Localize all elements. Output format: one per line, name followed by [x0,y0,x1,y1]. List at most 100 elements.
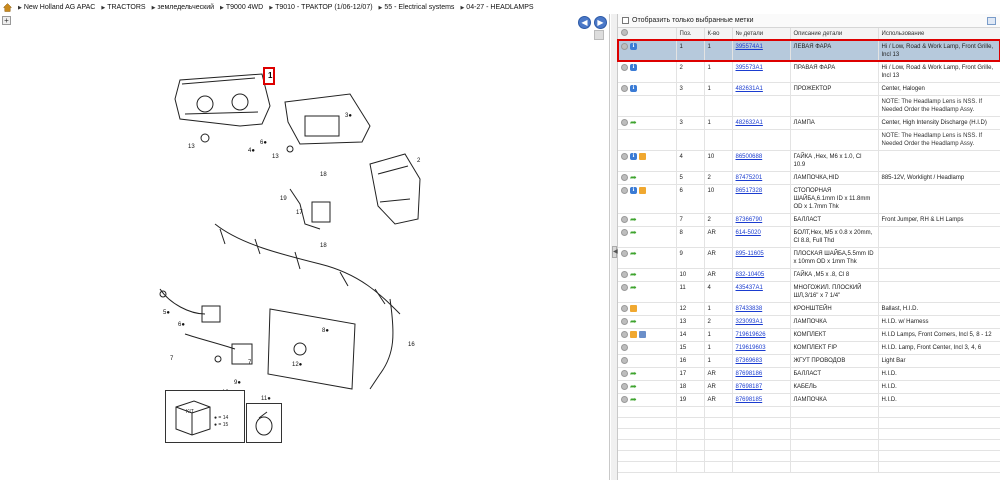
status-circle-icon[interactable] [621,215,628,223]
part-number-link[interactable]: 87433838 [732,302,791,316]
part-number-link[interactable]: 86517328 [732,184,791,214]
table-row[interactable]: ℹ 6 10 86517328 СТОПОРНАЯ ШАЙБА,6.1mm ID x 1… [618,184,1000,214]
go-arrow-icon[interactable]: ➦ [630,395,638,403]
column-header[interactable]: Описание детали [790,28,879,41]
detail-info-icon[interactable]: ℹ [630,42,637,50]
status-circle-icon[interactable] [621,42,628,50]
breadcrumb-item[interactable]: New Holland AG APAC [18,4,95,11]
part-number-link[interactable] [732,95,791,117]
status-circle-icon[interactable] [621,343,628,351]
part-number-link[interactable]: 395574A1 [732,40,791,62]
table-row[interactable]: ➦ 10 AR 832-10405 ГАЙКА ,M5 x .8, Cl 8 [618,268,1000,282]
part-number-link[interactable]: 323093A1 [732,315,791,329]
breadcrumb-item[interactable]: 04-27 - HEADLAMPS [460,4,533,11]
go-arrow-icon[interactable]: ➦ [630,118,638,126]
column-header[interactable]: Использование [878,28,1000,41]
column-header[interactable]: К-во [704,28,733,41]
table-row[interactable]: ℹ 3 1 482631A1 ПРОЖЕКТОР Center, Halogen [618,82,1000,96]
part-number-link[interactable]: 86500688 [732,150,791,172]
status-circle-icon[interactable] [621,317,628,325]
go-arrow-icon[interactable]: ➦ [630,228,638,236]
table-row[interactable]: ➦ 11 4 435437A1 МНОГОЖИЛ. ПЛОСКИЙ ШЛ,3/16" x… [618,281,1000,303]
part-number-link[interactable]: 87475201 [732,171,791,185]
note-row[interactable]: NOTE: The Headlamp Lens is NSS. If Neede… [618,95,1000,117]
go-arrow-icon[interactable]: ➦ [630,215,638,223]
status-circle-icon[interactable] [621,283,628,291]
go-arrow-icon[interactable]: ➦ [630,270,638,278]
note-row[interactable]: NOTE: The Headlamp Lens is NSS. If Neede… [618,129,1000,151]
table-row[interactable]: ➦ 3 1 482632A1 ЛАМПА Center, High Intensity D… [618,116,1000,130]
exploded-parts-diagram[interactable]: 3● 2 13 4● 6● 13 18 19 17 18 5● 6● 7 7 8… [0,14,610,480]
status-circle-icon[interactable] [621,186,628,194]
detail-info-icon[interactable]: ℹ [630,84,637,92]
table-row[interactable]: ➦ 8 AR 614-5020 БОЛТ,Hex, M5 x 0.8 x 20mm, C… [618,226,1000,248]
table-row[interactable]: ➦ 19 AR 87698185 ЛАМПОЧКА H.I.D. [618,393,1000,407]
table-row[interactable]: 12 1 87433838 КРОНШТЕЙН Ballast, H.I.D. [618,302,1000,316]
go-arrow-icon[interactable]: ➦ [630,173,638,181]
breadcrumb-item[interactable]: TRACTORS [101,4,145,11]
part-number-link[interactable]: 87698187 [732,380,791,394]
table-row[interactable]: ℹ 4 10 86500688 ГАЙКА ,Hex, M6 x 1.0, Cl 10.… [618,150,1000,172]
status-circle-icon[interactable] [621,173,628,181]
breadcrumb-item[interactable]: 55 - Electrical systems [379,4,454,11]
table-row[interactable]: ➦ 7 2 87366790 БАЛЛАСТ Front Jumper, RH & LH … [618,213,1000,227]
status-circle-icon[interactable] [621,228,628,236]
status-circle-icon[interactable] [621,330,628,338]
pane-splitter[interactable]: ◀ [611,14,618,480]
part-number-link[interactable]: 719619626 [732,328,791,342]
table-row[interactable]: 16 1 87369683 ЖГУТ ПРОВОДОВ Light Bar [618,354,1000,368]
status-circle-icon[interactable] [621,249,628,257]
status-circle-icon[interactable] [621,84,628,92]
part-number-link[interactable]: 482632A1 [732,116,791,130]
detail-info-icon[interactable]: ℹ [630,152,637,160]
home-icon[interactable] [2,2,13,12]
part-number-link[interactable]: 87698185 [732,393,791,407]
status-circle-icon[interactable] [621,369,628,377]
table-row[interactable]: ➦ 18 AR 87698187 КАБЕЛЬ H.I.D. [618,380,1000,394]
part-number-link[interactable]: 87698186 [732,367,791,381]
detail-info-icon[interactable]: ℹ [630,63,637,71]
callout-label[interactable]: 1 [268,71,272,80]
column-header[interactable]: Поз. [676,28,705,41]
go-arrow-icon[interactable]: ➦ [630,317,638,325]
column-header[interactable]: № детали [732,28,791,41]
breadcrumb-item[interactable]: земледельческий [152,4,214,11]
go-arrow-icon[interactable]: ➦ [630,369,638,377]
part-number-link[interactable] [732,129,791,151]
table-row[interactable]: ➦ 5 2 87475201 ЛАМПОЧКА,HID 885-12V, Workligh… [618,171,1000,185]
part-number-link[interactable]: 87366790 [732,213,791,227]
table-row[interactable]: ➦ 13 2 323093A1 ЛАМПОЧКА H.I.D. w/ Harness [618,315,1000,329]
status-circle-icon[interactable] [621,382,628,390]
table-row[interactable]: 15 1 719619603 КОМПЛЕКТ FIP H.I.D. Lamp, Fro… [618,341,1000,355]
part-number-link[interactable]: 719619603 [732,341,791,355]
part-number-link[interactable]: 895-11605 [732,247,791,269]
package-icon[interactable] [639,186,646,194]
part-number-link[interactable]: 435437A1 [732,281,791,303]
table-row[interactable]: ➦ 17 AR 87698186 БАЛЛАСТ H.I.D. [618,367,1000,381]
part-number-link[interactable]: 87369683 [732,354,791,368]
wrench-icon[interactable] [639,330,646,338]
status-circle-icon[interactable] [621,118,628,126]
detail-info-icon[interactable]: ℹ [630,186,637,194]
status-circle-icon[interactable] [621,63,628,71]
table-row[interactable]: ➦ 9 AR 895-11605 ПЛОСКАЯ ШАЙБА,5.5mm ID x 10… [618,247,1000,269]
table-options-icon[interactable] [987,17,996,25]
go-arrow-icon[interactable]: ➦ [630,283,638,291]
part-number-link[interactable]: 482631A1 [732,82,791,96]
package-icon[interactable] [630,330,637,338]
status-circle-icon[interactable] [621,152,628,160]
table-row[interactable]: ℹ 2 1 395573A1 ПРАВАЯ ФАРА Hi / Low, Road & W… [618,61,1000,83]
go-arrow-icon[interactable]: ➦ [630,382,638,390]
status-circle-icon[interactable] [621,356,628,364]
part-number-link[interactable]: 832-10405 [732,268,791,282]
breadcrumb-item[interactable]: T9000 4WD [220,4,263,11]
breadcrumb-item[interactable]: T9010 - ТРАКТОР (1/06-12/07) [269,4,372,11]
part-number-link[interactable]: 614-5020 [732,226,791,248]
go-arrow-icon[interactable]: ➦ [630,249,638,257]
collapse-arrow-icon[interactable]: ◀ [612,246,618,258]
show-selected-checkbox[interactable] [622,17,629,24]
package-icon[interactable] [630,304,637,312]
table-row[interactable]: ℹ 1 1 395574A1 ЛЕВАЯ ФАРА Hi / Low, Road & Wo… [617,39,1000,62]
part-number-link[interactable]: 395573A1 [732,61,791,83]
status-circle-icon[interactable] [621,270,628,278]
